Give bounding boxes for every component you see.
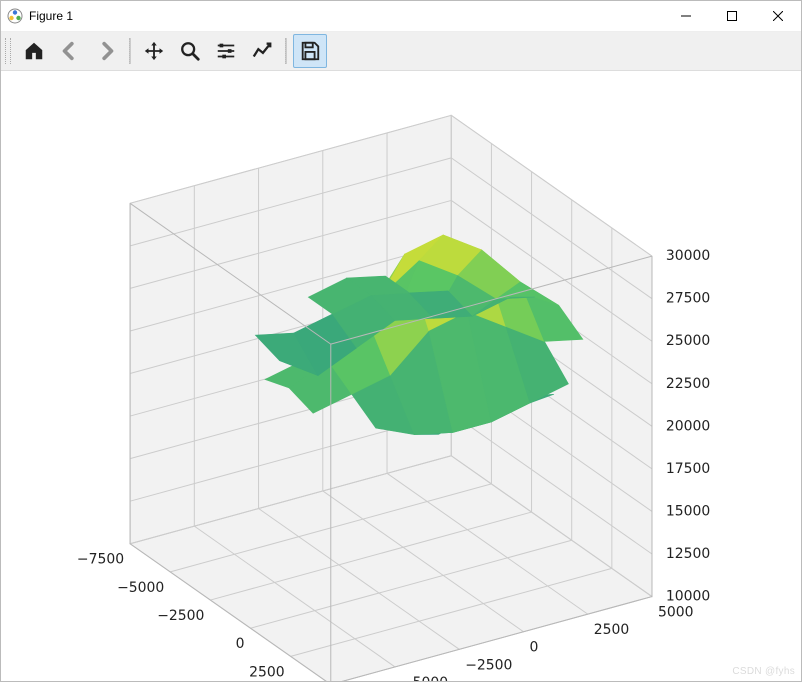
forward-button[interactable]	[89, 34, 123, 68]
z-tick-label: 17500	[666, 461, 710, 477]
toolbar	[1, 32, 801, 71]
x-tick-label: −2500	[157, 608, 204, 624]
zoom-icon	[179, 40, 201, 62]
pan-icon	[143, 40, 165, 62]
titlebar: Figure 1	[1, 1, 801, 32]
plot-canvas[interactable]: −7500−5000−2500025005000−7500−5000−25000…	[1, 71, 801, 681]
y-tick-label: 2500	[594, 622, 629, 638]
configure-subplots-button[interactable]	[209, 34, 243, 68]
maximize-button[interactable]	[709, 1, 755, 31]
back-button[interactable]	[53, 34, 87, 68]
save-icon	[299, 40, 321, 62]
app-icon	[7, 8, 23, 24]
z-tick-label: 27500	[666, 291, 710, 307]
z-tick-label: 25000	[666, 333, 710, 349]
back-icon	[59, 40, 81, 62]
toolbar-separator	[285, 38, 287, 64]
edit-axis-button[interactable]	[245, 34, 279, 68]
z-tick-label: 30000	[666, 248, 710, 264]
toolbar-separator	[129, 38, 131, 64]
home-icon	[23, 40, 45, 62]
y-tick-label: −2500	[465, 657, 512, 673]
z-tick-label: 20000	[666, 418, 710, 434]
x-tick-label: 2500	[249, 664, 284, 680]
forward-icon	[95, 40, 117, 62]
maximize-icon	[727, 11, 737, 21]
z-tick-label: 10000	[666, 589, 710, 605]
close-icon	[773, 11, 783, 21]
app-window: Figure 1	[0, 0, 802, 682]
x-tick-label: −5000	[117, 580, 164, 596]
z-tick-label: 12500	[666, 546, 710, 562]
watermark: CSDN @fyhs	[732, 666, 795, 677]
minimize-button[interactable]	[663, 1, 709, 31]
surface-3d-plot: −7500−5000−2500025005000−7500−5000−25000…	[1, 71, 801, 681]
pan-button[interactable]	[137, 34, 171, 68]
sliders-icon	[215, 40, 237, 62]
x-tick-label: 0	[236, 636, 245, 652]
y-tick-label: 0	[529, 640, 538, 656]
zoom-button[interactable]	[173, 34, 207, 68]
minimize-icon	[681, 11, 691, 21]
save-button[interactable]	[293, 34, 327, 68]
x-tick-label: −7500	[77, 552, 124, 568]
toolbar-grip	[5, 38, 11, 64]
window-title: Figure 1	[29, 9, 663, 23]
z-tick-label: 22500	[666, 376, 710, 392]
close-button[interactable]	[755, 1, 801, 31]
z-tick-label: 15000	[666, 503, 710, 519]
home-button[interactable]	[17, 34, 51, 68]
y-tick-label: −5000	[401, 675, 448, 681]
y-tick-label: 5000	[658, 604, 693, 620]
chart-line-icon	[251, 40, 273, 62]
